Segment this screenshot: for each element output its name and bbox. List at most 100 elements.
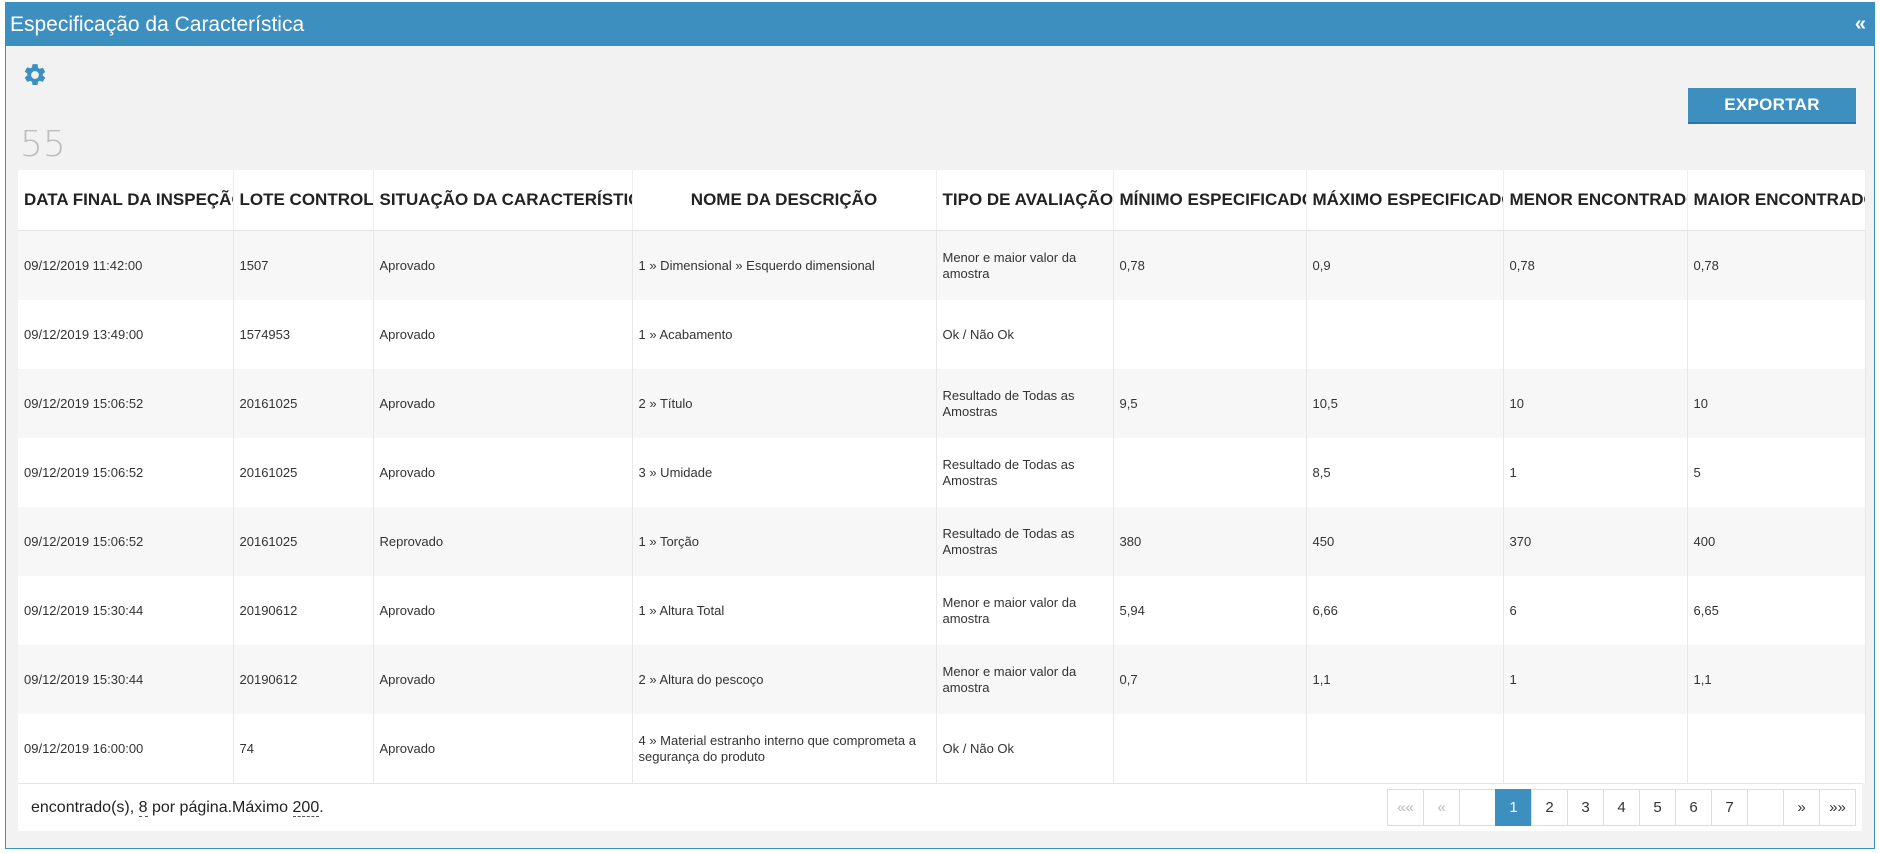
page-prev-button[interactable]: « [1423, 789, 1460, 826]
data-table: DATA FINAL DA INSPEÇÃO LOTE CONTROLE SIT… [18, 170, 1866, 783]
page-next-button[interactable]: » [1783, 789, 1820, 826]
table-cell: 380 [1113, 507, 1307, 576]
table-row[interactable]: 09/12/2019 15:06:52 20161025 Aprovado 3 » U… [18, 438, 1866, 507]
table-cell [1113, 300, 1307, 369]
table-cell: 20190612 [233, 645, 374, 714]
table-cell: 20190612 [233, 576, 374, 645]
column-header-situacao[interactable]: SITUAÇÃO DA CARACTERÍSTICA [373, 170, 633, 231]
export-button[interactable]: EXPORTAR [1688, 88, 1856, 124]
table-cell: 09/12/2019 15:06:52 [18, 438, 234, 507]
table-cell [1503, 714, 1688, 783]
table-cell: 0,7 [1113, 645, 1307, 714]
table-cell: 09/12/2019 15:30:44 [18, 645, 234, 714]
table-cell: 1 » Dimensional » Esquerdo dimensional [632, 230, 937, 300]
per-page-label: por página.Máximo [151, 798, 289, 816]
table-cell: 20161025 [233, 507, 374, 576]
collapse-icon[interactable]: « [1855, 13, 1868, 36]
table-cell: Menor e maior valor da amostra [936, 230, 1114, 300]
table-cell: 20161025 [233, 438, 374, 507]
table-cell: 0,78 [1503, 230, 1688, 300]
table-cell: 2 » Título [632, 369, 937, 438]
page-5-button[interactable]: 5 [1639, 789, 1676, 826]
table-cell: Aprovado [373, 576, 633, 645]
column-header-tipo-avaliacao[interactable]: TIPO DE AVALIAÇÃO [936, 170, 1114, 231]
table-cell: 1 » Altura Total [632, 576, 937, 645]
column-header-menor[interactable]: MENOR ENCONTRADO [1503, 170, 1688, 231]
table-cell: 1507 [233, 230, 374, 300]
page-spacer[interactable] [1747, 789, 1784, 826]
table-cell: 09/12/2019 13:49:00 [18, 300, 234, 369]
table-cell: 370 [1503, 507, 1688, 576]
page-4-button[interactable]: 4 [1603, 789, 1640, 826]
table-row[interactable]: 09/12/2019 15:06:52 20161025 Reprovado 1 » … [18, 507, 1866, 576]
table-cell: Aprovado [373, 300, 633, 369]
panel: Especificação da Característica « EXPORT… [5, 2, 1875, 849]
column-header-minimo[interactable]: MÍNIMO ESPECIFICADO [1113, 170, 1307, 231]
table-cell [1113, 438, 1307, 507]
table-cell: 6,65 [1687, 576, 1866, 645]
table-row[interactable]: 09/12/2019 11:42:00 1507 Aprovado 1 » Dimen… [18, 230, 1866, 300]
table-cell: 09/12/2019 15:30:44 [18, 576, 234, 645]
footer-end: . [319, 798, 324, 816]
table-cell: Aprovado [373, 438, 633, 507]
table-cell [1306, 714, 1504, 783]
table-row[interactable]: 09/12/2019 15:30:44 20190612 Aprovado 1 » A… [18, 576, 1866, 645]
table-cell: 5 [1687, 438, 1866, 507]
table-cell: 1 » Torção [632, 507, 937, 576]
table-cell: Aprovado [373, 230, 633, 300]
table-body: 09/12/2019 11:42:00 1507 Aprovado 1 » Dimen… [18, 230, 1866, 783]
table-cell: Resultado de Todas as Amostras [936, 438, 1114, 507]
table-cell [1687, 300, 1866, 369]
max-value[interactable]: 200 [292, 798, 320, 817]
page-3-button[interactable]: 3 [1567, 789, 1604, 826]
table-row[interactable]: 09/12/2019 13:49:00 1574953 Aprovado 1 » Ac… [18, 300, 1866, 369]
table-cell: 1 » Acabamento [632, 300, 937, 369]
panel-header: Especificação da Característica « [6, 3, 1874, 46]
page-7-button[interactable]: 7 [1711, 789, 1748, 826]
page-6-button[interactable]: 6 [1675, 789, 1712, 826]
table-cell: Menor e maior valor da amostra [936, 645, 1114, 714]
table-cell: 2 » Altura do pescoço [632, 645, 937, 714]
table-cell: 400 [1687, 507, 1866, 576]
table-cell [1306, 300, 1504, 369]
table-cell: 4 » Material estranho interno que compro… [632, 714, 937, 783]
table-cell: Resultado de Todas as Amostras [936, 507, 1114, 576]
column-header-nome-descricao[interactable]: NOME DA DESCRIÇÃO [632, 170, 937, 231]
footer-summary: encontrado(s), 8 por página.Máximo 200. [31, 798, 324, 817]
table-row[interactable]: 09/12/2019 15:06:52 20161025 Aprovado 2 » T… [18, 369, 1866, 438]
table-cell: 09/12/2019 16:00:00 [18, 714, 234, 783]
table-cell [1503, 300, 1688, 369]
column-header-maximo[interactable]: MÁXIMO ESPECIFICADO [1306, 170, 1504, 231]
data-table-container: DATA FINAL DA INSPEÇÃO LOTE CONTROLE SIT… [18, 170, 1866, 831]
page-2-button[interactable]: 2 [1531, 789, 1568, 826]
table-cell: 1,1 [1687, 645, 1866, 714]
table-cell: 3 » Umidade [632, 438, 937, 507]
table-cell: 0,78 [1687, 230, 1866, 300]
table-cell: Reprovado [373, 507, 633, 576]
table-cell: Ok / Não Ok [936, 714, 1114, 783]
column-header-lote-controle[interactable]: LOTE CONTROLE [233, 170, 374, 231]
table-cell: 09/12/2019 15:06:52 [18, 369, 234, 438]
column-header-maior[interactable]: MAIOR ENCONTRADO [1687, 170, 1866, 231]
table-cell: 20161025 [233, 369, 374, 438]
page-last-button[interactable]: »» [1819, 789, 1856, 826]
table-cell: 1,1 [1306, 645, 1504, 714]
table-cell: 9,5 [1113, 369, 1307, 438]
table-header-row: DATA FINAL DA INSPEÇÃO LOTE CONTROLE SIT… [18, 170, 1866, 231]
table-cell: Aprovado [373, 645, 633, 714]
per-page-value[interactable]: 8 [138, 798, 148, 817]
gear-icon[interactable] [22, 62, 48, 88]
page-1-button[interactable]: 1 [1495, 789, 1532, 826]
table-cell: 6 [1503, 576, 1688, 645]
table-cell: 0,9 [1306, 230, 1504, 300]
table-cell: 74 [233, 714, 374, 783]
record-count: 55 [20, 124, 66, 165]
table-cell: 10,5 [1306, 369, 1504, 438]
table-cell: Aprovado [373, 714, 633, 783]
toolbar: EXPORTAR 55 [6, 46, 1874, 170]
page-first-button[interactable]: «« [1387, 789, 1424, 826]
table-row[interactable]: 09/12/2019 16:00:00 74 Aprovado 4 » Materia… [18, 714, 1866, 783]
page-spacer[interactable] [1459, 789, 1496, 826]
column-header-data-final[interactable]: DATA FINAL DA INSPEÇÃO [18, 170, 234, 231]
table-row[interactable]: 09/12/2019 15:30:44 20190612 Aprovado 2 » A… [18, 645, 1866, 714]
